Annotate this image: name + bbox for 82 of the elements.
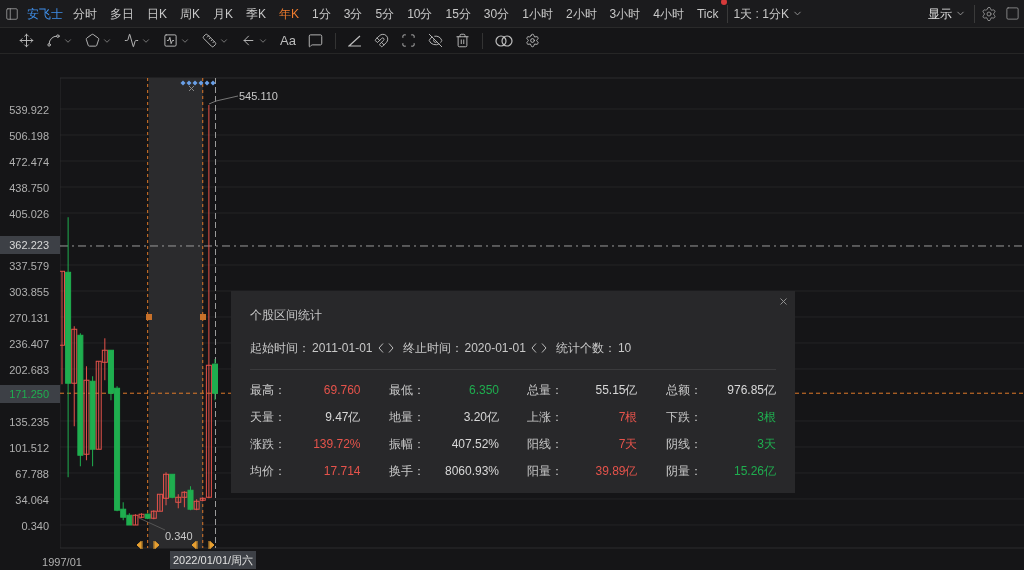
stat-label: 涨跌： — [250, 435, 286, 453]
stat-value: 139.72% — [313, 435, 361, 453]
y-axis-label: 135.235 — [9, 415, 49, 430]
x-axis-label: 1997/01 — [41, 555, 83, 570]
stat-value: 17.714 — [323, 462, 361, 480]
stat-label: 上涨： — [527, 408, 563, 426]
stat-label: 阴线： — [665, 435, 702, 453]
y-axis-label: 472.474 — [9, 154, 49, 170]
stat-value: 9.47亿 — [325, 408, 361, 426]
period-tab[interactable]: 15分 — [445, 4, 471, 23]
y-axis-label: 202.683 — [9, 363, 49, 378]
stat-label: 总量： — [527, 381, 563, 399]
period-tab[interactable]: 周K — [180, 4, 201, 23]
period-tab[interactable]: 2小时 — [565, 4, 597, 23]
y-axis-label: 303.855 — [9, 284, 49, 300]
stat-value: 7根 — [618, 408, 638, 426]
stats-title: 个股区间统计 — [250, 307, 323, 324]
stat-label: 总额： — [665, 381, 702, 399]
start-date: 2011-01-01 — [312, 340, 373, 357]
stat-value: 69.760 — [323, 381, 361, 399]
stat-label: 换手： — [388, 462, 425, 480]
y-axis-label: 438.750 — [9, 180, 49, 196]
text-tool[interactable]: Aa — [280, 30, 296, 51]
stat-value: 3根 — [757, 408, 776, 426]
period-tab[interactable]: 4小时 — [653, 4, 684, 23]
display-dropdown[interactable]: 显示 — [928, 4, 966, 23]
stat-label: 振幅： — [388, 435, 425, 453]
y-axis-label: 34.064 — [15, 493, 49, 508]
period-tab[interactable]: 30分 — [483, 4, 510, 23]
cursor-date-label: 2022/01/01/周六 — [170, 551, 257, 569]
period-tab[interactable]: 3小时 — [609, 4, 641, 23]
stat-label: 下跌： — [665, 408, 702, 426]
count-label: 统计个数： — [555, 340, 616, 357]
stat-label: 最低： — [388, 381, 425, 399]
stat-label: 阴量： — [665, 462, 702, 480]
stat-value: 3.20亿 — [463, 408, 499, 426]
y-axis-label: 67.788 — [15, 467, 49, 482]
stat-value: 407.52% — [451, 435, 499, 453]
stat-value: 3天 — [757, 435, 776, 453]
stat-label: 阳线： — [527, 435, 563, 453]
stock-name: 安飞士 — [27, 5, 63, 23]
y-axis-label: 101.512 — [9, 441, 49, 456]
y-axis-label: 539.922 — [9, 102, 49, 118]
y-axis-label: 236.407 — [9, 337, 49, 352]
crosshair-price-label: 171.250 — [0, 385, 60, 403]
period-tab[interactable]: 10分 — [407, 4, 433, 23]
period-tab[interactable]: 1分 — [312, 4, 331, 23]
period-tab[interactable]: 分时 — [73, 4, 97, 23]
y-axis-label: 270.131 — [9, 311, 49, 326]
period-tab[interactable]: 5分 — [375, 4, 395, 23]
stat-label: 地量： — [388, 408, 425, 426]
start-label: 起始时间： — [250, 340, 310, 357]
stat-label: 阳量： — [527, 462, 563, 480]
period-tab[interactable]: 3分 — [343, 4, 363, 23]
ratio-dropdown[interactable]: 1天 : 1分K — [733, 4, 803, 23]
period-tab[interactable]: 季K — [246, 4, 267, 23]
period-tab[interactable]: 多日 — [110, 4, 134, 23]
stat-value: 15.26亿 — [733, 462, 776, 480]
stat-value: 6.350 — [468, 381, 499, 399]
stat-label: 天量： — [250, 408, 286, 426]
count-value: 10 — [617, 340, 632, 357]
period-tab[interactable]: 年K — [279, 4, 300, 23]
period-tab[interactable]: Tick — [696, 4, 719, 23]
y-axis-label: 405.026 — [9, 206, 49, 222]
high-price-label: 545.110 — [239, 89, 278, 104]
stat-value: 976.85亿 — [727, 381, 776, 399]
y-axis-label: 0.340 — [21, 519, 49, 534]
period-tab[interactable]: 月K — [213, 4, 234, 23]
end-date: 2020-01-01 — [464, 340, 526, 357]
end-label: 终止时间： — [402, 340, 463, 357]
y-axis-label: 337.579 — [9, 258, 49, 274]
period-tab[interactable]: 日K — [147, 4, 167, 23]
stat-value: 55.15亿 — [595, 381, 638, 399]
stat-value: 7天 — [618, 435, 638, 453]
stat-label: 均价： — [250, 462, 286, 480]
crosshair-price-label: 362.223 — [0, 236, 60, 254]
period-tab[interactable]: 1小时 — [522, 4, 553, 23]
stat-label: 最高： — [250, 381, 286, 399]
stat-value: 8060.93% — [444, 462, 499, 480]
low-price-label: 0.340 — [165, 529, 193, 544]
y-axis-label: 506.198 — [9, 128, 49, 144]
stat-value: 39.89亿 — [595, 462, 638, 480]
